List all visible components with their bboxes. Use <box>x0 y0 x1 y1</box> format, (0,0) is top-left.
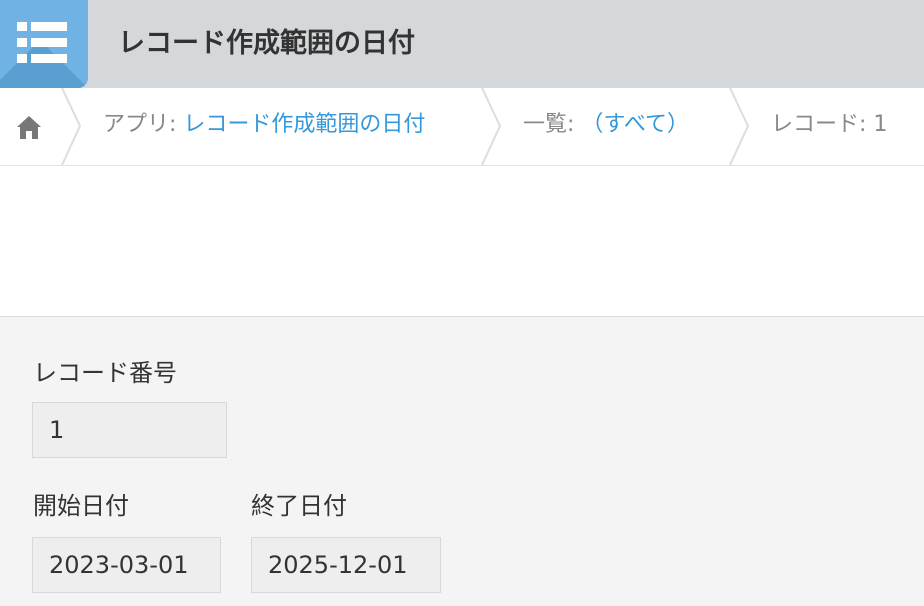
app-title: レコード作成範囲の日付 <box>118 28 415 59</box>
list-icon[interactable] <box>0 0 88 88</box>
end-date-value: 2025-12-01 <box>251 537 441 593</box>
breadcrumb-separator-icon <box>729 88 750 165</box>
breadcrumb-view: 一覧: （すべて） <box>523 108 689 142</box>
app-header: レコード作成範囲の日付 <box>0 0 924 88</box>
breadcrumb-separator-icon <box>481 88 502 165</box>
home-icon[interactable] <box>14 112 44 142</box>
start-date-label: 開始日付 <box>33 492 129 520</box>
breadcrumb-view-link[interactable]: （すべて） <box>581 112 689 137</box>
list-icon-glyph <box>17 22 67 63</box>
record-number-label: レコード番号 <box>33 359 177 387</box>
breadcrumb-app-link[interactable]: レコード作成範囲の日付 <box>183 112 425 137</box>
breadcrumb-app: アプリ: レコード作成範囲の日付 <box>103 108 425 142</box>
start-date-value: 2023-03-01 <box>32 537 221 593</box>
breadcrumb-record: レコード: 1 <box>771 112 888 137</box>
breadcrumb-separator-icon <box>61 88 82 165</box>
breadcrumb: アプリ: レコード作成範囲の日付 一覧: （すべて） レコード: 1 <box>0 88 924 166</box>
end-date-label: 終了日付 <box>251 492 347 520</box>
breadcrumb-view-prefix: 一覧: <box>523 112 582 137</box>
breadcrumb-app-prefix: アプリ: <box>103 112 184 137</box>
record-detail: レコード番号 1 開始日付 2023-03-01 終了日付 2025-12-01 <box>0 317 924 606</box>
toolbar-area <box>0 166 924 317</box>
record-number-value: 1 <box>32 402 227 458</box>
